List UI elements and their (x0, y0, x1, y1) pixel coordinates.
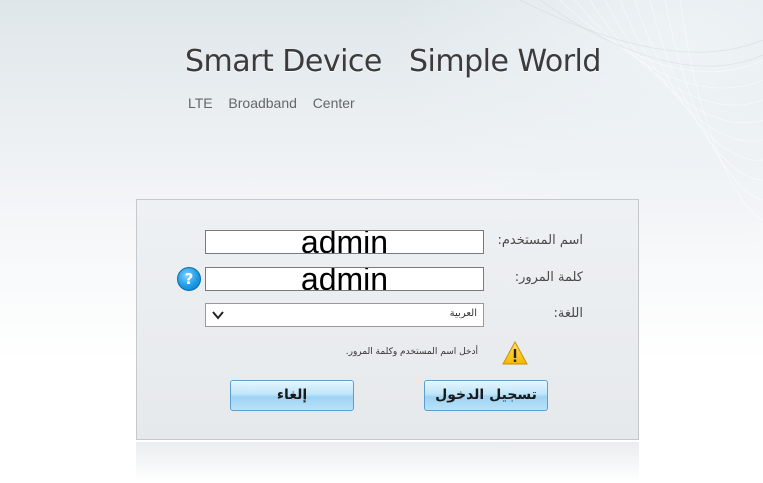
username-label: اسم المستخدم: (497, 233, 583, 248)
password-field[interactable] (205, 267, 484, 291)
product-subtitle: LTE Broadband Center (188, 95, 355, 111)
brand-slogan: Smart Device Simple World (185, 44, 601, 79)
chevron-down-icon (212, 311, 224, 320)
language-label: اللغة: (553, 306, 584, 321)
language-select[interactable]: العربية (205, 303, 484, 327)
login-hint-text: أدخل اسم المستخدم وكلمة المرور. (345, 347, 478, 357)
cancel-button[interactable]: إلغاء (230, 380, 354, 411)
username-field[interactable] (205, 230, 484, 254)
language-selected-value: العربية (449, 308, 477, 319)
warning-triangle-icon (502, 340, 528, 365)
panel-reflection (136, 442, 639, 482)
login-button[interactable]: تسجيل الدخول (424, 380, 548, 411)
question-mark-icon[interactable]: ? (177, 267, 201, 291)
password-label: كلمة المرور: (514, 270, 583, 285)
